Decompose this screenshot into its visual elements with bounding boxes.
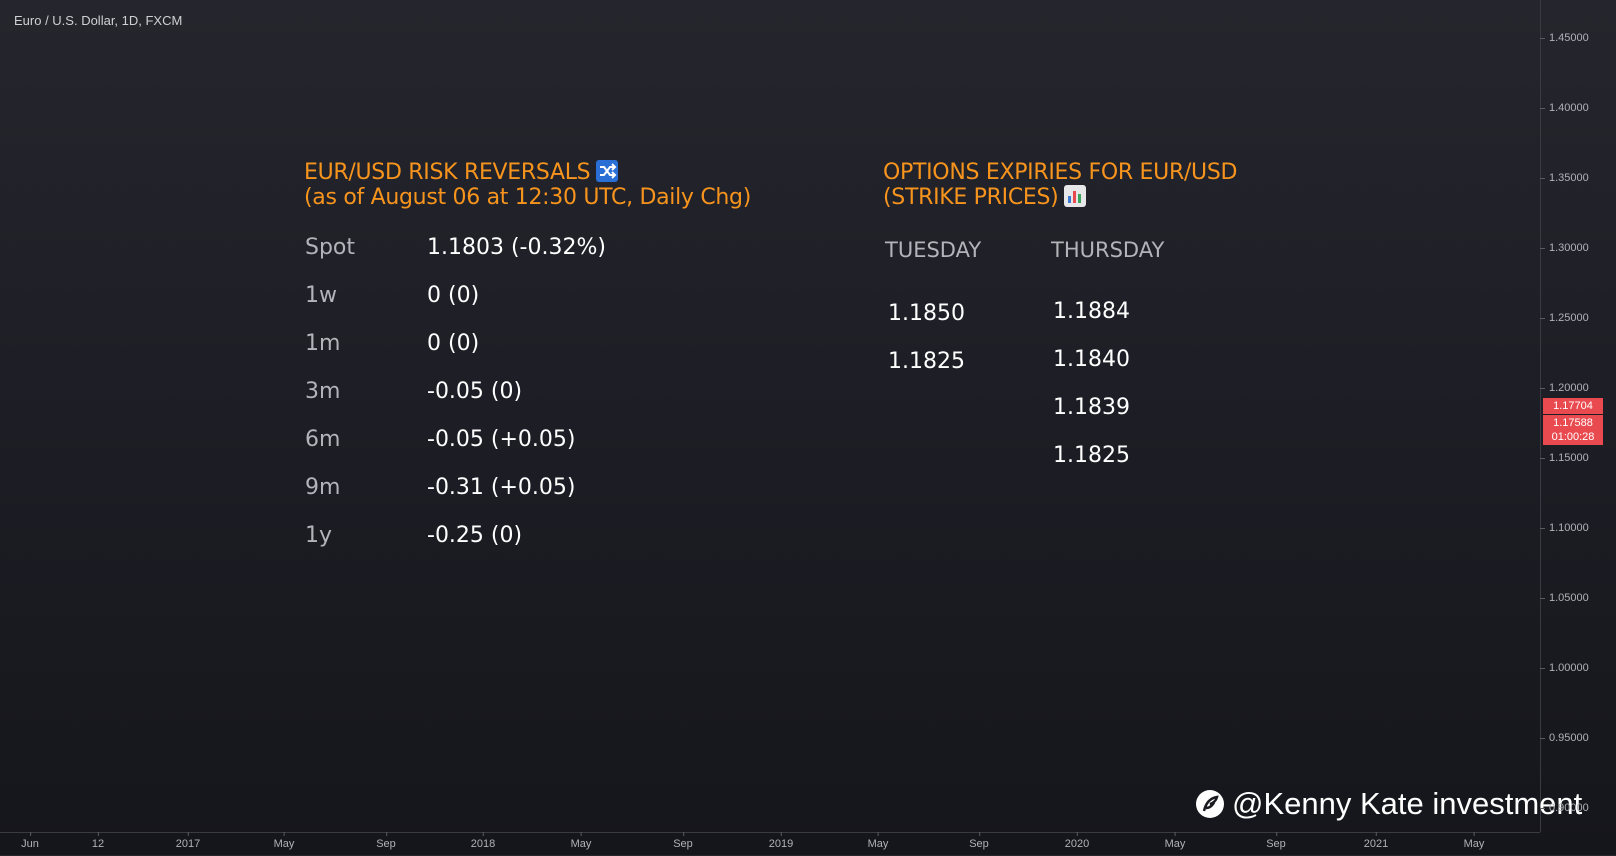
row-label: Spot (305, 235, 356, 260)
price-tick: 0.95000 (1540, 732, 1589, 744)
time-tick: 12 (91, 832, 105, 850)
time-tick: 2021 (1363, 832, 1389, 850)
current-price: 1.17588 (1553, 417, 1593, 429)
price-tick: 1.05000 (1540, 592, 1589, 604)
price-tick: 1.30000 (1540, 242, 1589, 254)
price-tick: 1.45000 (1540, 32, 1589, 44)
risk-reversals-title-line1: EUR/USD RISK REVERSALS (304, 160, 591, 185)
risk-reversal-row-1w: 1w 0 (0) (305, 282, 479, 310)
price-tick: 1.40000 (1540, 102, 1589, 114)
column-header-thursday: THURSDAY (1051, 238, 1165, 262)
price-axis[interactable]: 1.45000 1.40000 1.35000 1.30000 1.25000 … (1540, 0, 1616, 855)
column-header-tuesday: TUESDAY (885, 238, 982, 262)
time-tick: May (867, 832, 889, 850)
strike-price: 1.1884 (1053, 299, 1130, 324)
watermark: @Kenny Kate investment (1196, 786, 1582, 822)
price-tick: 1.20000 (1540, 382, 1589, 394)
row-label: 1w (305, 283, 337, 308)
row-label: 3m (305, 379, 341, 404)
time-tick: May (570, 832, 592, 850)
last-price-label: 1.17704 (1543, 398, 1603, 414)
strike-price: 1.1850 (888, 301, 965, 326)
shuffle-icon (596, 160, 619, 182)
bar-chart-icon (1064, 185, 1087, 207)
price-tick: 1.25000 (1540, 312, 1589, 324)
risk-reversal-row-3m: 3m -0.05 (0) (305, 378, 522, 406)
strike-price: 1.1840 (1053, 347, 1130, 372)
current-price-label: 1.17588 01:00:28 (1543, 415, 1603, 445)
row-label: 1y (305, 523, 333, 548)
strike-price: 1.1825 (888, 349, 965, 374)
row-value: 1.1803 (-0.32%) (427, 235, 606, 260)
time-tick: May (273, 832, 295, 850)
candle-countdown: 01:00:28 (1551, 431, 1595, 443)
time-tick: Sep (1266, 832, 1286, 850)
feather-logo-icon (1196, 790, 1224, 818)
risk-reversal-row-spot: Spot 1.1803 (-0.32%) (305, 234, 606, 262)
chart-area[interactable]: Euro / U.S. Dollar, 1D, FXCM EUR/USD RIS… (0, 0, 1582, 832)
time-tick: 2017 (175, 832, 201, 850)
row-label: 9m (305, 475, 341, 500)
row-value: 0 (0) (427, 331, 480, 356)
risk-reversal-row-1m: 1m 0 (0) (305, 330, 479, 358)
strike-price: 1.1825 (1053, 443, 1130, 468)
row-value: -0.05 (+0.05) (427, 427, 576, 452)
row-label: 1m (305, 331, 341, 356)
risk-reversal-row-6m: 6m -0.05 (+0.05) (305, 426, 576, 454)
time-tick: May (1164, 832, 1186, 850)
strike-price: 1.1839 (1053, 395, 1130, 420)
time-tick: Jun (21, 832, 39, 850)
price-tick: 1.15000 (1540, 452, 1589, 464)
time-tick: Sep (376, 832, 396, 850)
price-tick: 1.00000 (1540, 662, 1589, 674)
row-value: -0.25 (0) (427, 523, 523, 548)
row-value: -0.05 (0) (427, 379, 523, 404)
time-tick: May (1463, 832, 1485, 850)
options-expiries-title: OPTIONS EXPIRIES FOR EUR/USD (STRIKE PRI… (883, 160, 1237, 210)
time-tick: 2018 (470, 832, 496, 850)
risk-reversals-title: EUR/USD RISK REVERSALS (as of August 06 … (304, 160, 751, 210)
row-value: 0 (0) (427, 283, 480, 308)
price-tick: 0.90000 (1540, 802, 1589, 814)
risk-reversal-row-1y: 1y -0.25 (0) (305, 522, 522, 550)
options-expiries-title-line1: OPTIONS EXPIRIES FOR EUR/USD (883, 160, 1238, 185)
watermark-text: @Kenny Kate investment (1232, 786, 1583, 821)
price-tick: 1.35000 (1540, 172, 1589, 184)
row-label: 6m (305, 427, 341, 452)
options-expiries-title-line2: (STRIKE PRICES) (883, 185, 1059, 210)
price-tick: 1.10000 (1540, 522, 1589, 534)
time-tick: Sep (969, 832, 989, 850)
time-tick: Sep (673, 832, 693, 850)
risk-reversal-row-9m: 9m -0.31 (+0.05) (305, 474, 576, 502)
symbol-title[interactable]: Euro / U.S. Dollar, 1D, FXCM (14, 13, 182, 28)
time-axis[interactable]: Jun 12 2017 May Sep 2018 May Sep 2019 Ma… (0, 832, 1540, 856)
time-tick: 2020 (1064, 832, 1090, 850)
risk-reversals-title-line2: (as of August 06 at 12:30 UTC, Daily Chg… (304, 185, 751, 210)
row-value: -0.31 (+0.05) (427, 475, 576, 500)
time-tick: 2019 (768, 832, 794, 850)
